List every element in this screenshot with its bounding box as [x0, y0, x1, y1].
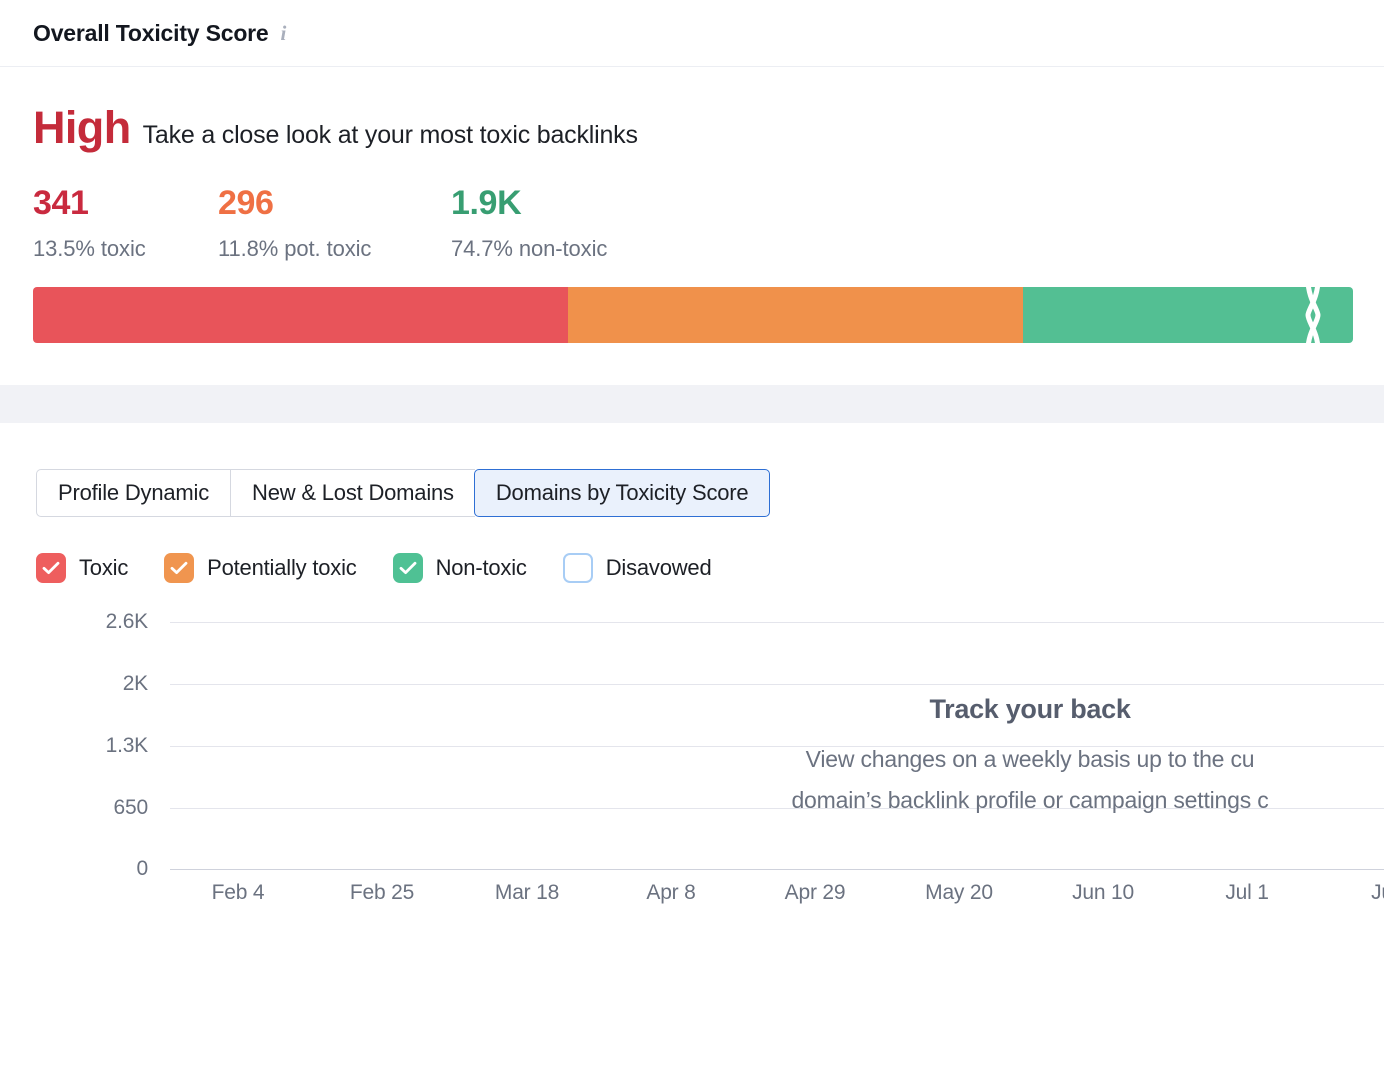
stat-potentially-toxic: 296 11.8% pot. toxic	[218, 186, 451, 262]
x-axis-tick: Apr 29	[785, 881, 846, 905]
info-icon[interactable]: i	[281, 23, 287, 44]
legend-label: Non-toxic	[436, 555, 527, 581]
stat-value: 341	[33, 186, 218, 220]
x-axis-tick: Mar 18	[495, 881, 559, 905]
series-filter-legend: Toxic Potentially toxic Non-toxic Disavo…	[36, 553, 1384, 583]
score-body: High Take a close look at your most toxi…	[0, 67, 1384, 343]
legend-label: Toxic	[79, 555, 128, 581]
legend-item-disavowed[interactable]: Disavowed	[563, 553, 712, 583]
plot-area	[170, 619, 1384, 872]
toxicity-message: Take a close look at your most toxic bac…	[143, 121, 638, 150]
stat-toxic: 341 13.5% toxic	[33, 186, 218, 262]
stat-value: 1.9K	[451, 186, 607, 220]
checkbox-checked-icon[interactable]	[36, 553, 66, 583]
tab-new-lost-domains[interactable]: New & Lost Domains	[230, 469, 475, 517]
checkbox-checked-icon[interactable]	[164, 553, 194, 583]
gridline	[170, 746, 1384, 747]
checkbox-checked-icon[interactable]	[393, 553, 423, 583]
toxicity-score-widget: Overall Toxicity Score i High Take a clo…	[0, 0, 1384, 1068]
legend-label: Potentially toxic	[207, 555, 356, 581]
backlinks-chart-card: Profile Dynamic New & Lost Domains Domai…	[0, 423, 1384, 1068]
x-axis-tick: Feb 25	[350, 881, 414, 905]
x-axis-tick: May 20	[925, 881, 993, 905]
checkbox-unchecked-icon[interactable]	[563, 553, 593, 583]
section-divider	[0, 385, 1384, 423]
gridline	[170, 808, 1384, 809]
stat-label: 13.5% toxic	[33, 236, 218, 262]
y-axis-tick: 0	[137, 857, 148, 881]
tab-domains-by-toxicity-score[interactable]: Domains by Toxicity Score	[474, 469, 771, 517]
domains-by-toxicity-chart: 2.6K 2K 1.3K 650 0 Feb 4 Feb 25 Mar 18 A…	[0, 619, 1384, 909]
y-axis-tick: 650	[114, 796, 148, 820]
toxicity-level: High	[33, 105, 131, 150]
toxicity-distribution-bar	[33, 287, 1353, 343]
legend-item-non-toxic[interactable]: Non-toxic	[393, 553, 527, 583]
page-title: Overall Toxicity Score	[33, 20, 269, 47]
axis-baseline	[170, 869, 1384, 870]
x-axis-tick: Apr 8	[646, 881, 695, 905]
stat-label: 11.8% pot. toxic	[218, 236, 451, 262]
legend-item-potentially-toxic[interactable]: Potentially toxic	[164, 553, 356, 583]
tab-profile-dynamic[interactable]: Profile Dynamic	[36, 469, 230, 517]
legend-label: Disavowed	[606, 555, 712, 581]
stat-label: 74.7% non-toxic	[451, 236, 607, 262]
gridline	[170, 684, 1384, 685]
x-axis: Feb 4 Feb 25 Mar 18 Apr 8 Apr 29 May 20 …	[170, 881, 1384, 921]
legend-item-toxic[interactable]: Toxic	[36, 553, 128, 583]
bar-segment-potentially-toxic	[568, 287, 1023, 343]
x-axis-tick: Feb 4	[212, 881, 265, 905]
bar-segment-toxic	[33, 287, 568, 343]
card-header: Overall Toxicity Score i	[0, 0, 1384, 67]
stats-row: 341 13.5% toxic 296 11.8% pot. toxic 1.9…	[33, 186, 1351, 262]
chart-tab-group: Profile Dynamic New & Lost Domains Domai…	[36, 469, 1384, 517]
stat-non-toxic: 1.9K 74.7% non-toxic	[451, 186, 607, 262]
y-axis: 2.6K 2K 1.3K 650 0	[0, 619, 148, 872]
y-axis-tick: 2.6K	[106, 610, 148, 634]
y-axis-tick: 2K	[123, 672, 148, 696]
score-summary: High Take a close look at your most toxi…	[33, 105, 1351, 150]
x-axis-tick: Ju	[1371, 881, 1384, 905]
bar-segment-non-toxic	[1023, 287, 1353, 343]
x-axis-tick: Jul 1	[1225, 881, 1268, 905]
y-axis-tick: 1.3K	[106, 734, 148, 758]
bar-track	[33, 287, 1353, 343]
x-axis-tick: Jun 10	[1072, 881, 1134, 905]
overall-toxicity-card: Overall Toxicity Score i High Take a clo…	[0, 0, 1384, 385]
gridline	[170, 622, 1384, 623]
stat-value: 296	[218, 186, 451, 220]
